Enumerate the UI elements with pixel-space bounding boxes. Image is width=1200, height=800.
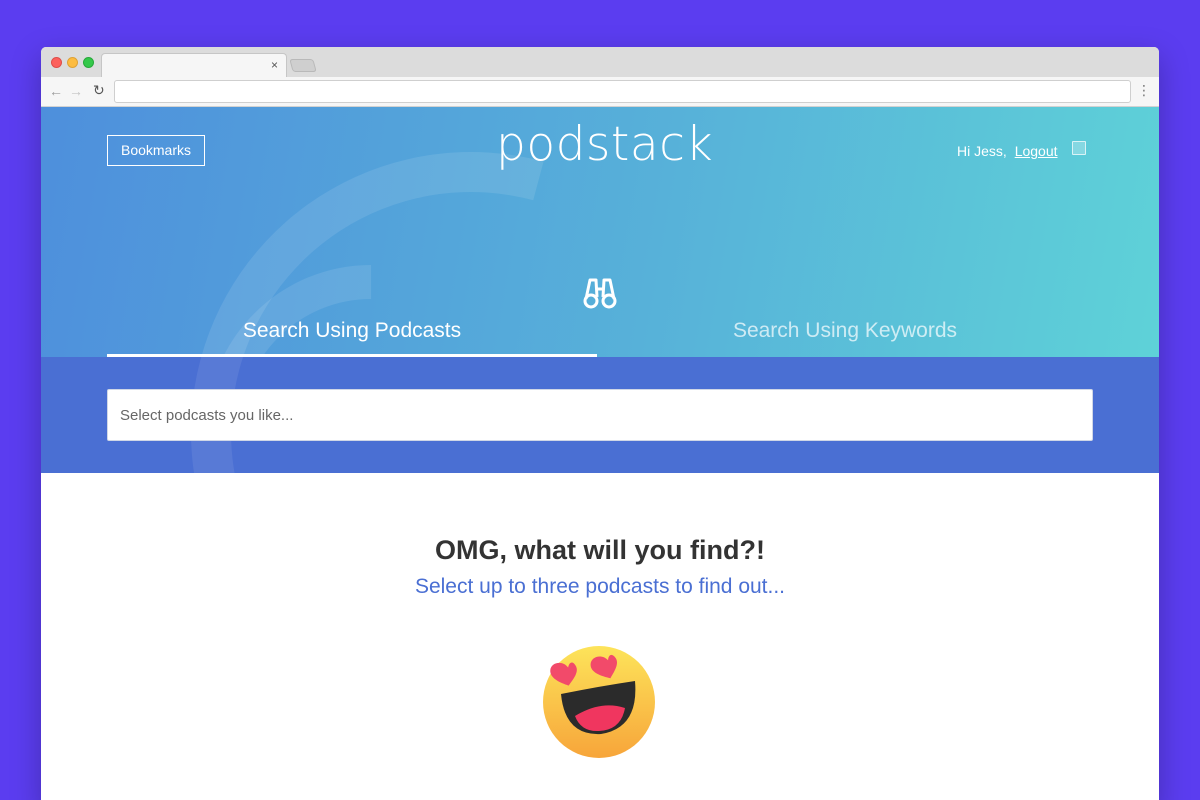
forward-arrow-icon[interactable]: →: [69, 83, 83, 99]
tab-search-podcasts[interactable]: Search Using Podcasts: [107, 319, 597, 343]
browser-toolbar: ← → ↻ ⋮: [41, 77, 1159, 107]
search-band: [41, 357, 1159, 473]
empty-state-subline: Select up to three podcasts to find out.…: [414, 575, 786, 598]
heart-eyes-emoji-icon: [543, 646, 655, 758]
tab-search-keywords[interactable]: Search Using Keywords: [597, 319, 1093, 343]
user-greeting: Hi Jess,: [957, 143, 1007, 159]
tab-close-icon[interactable]: ×: [271, 58, 278, 72]
maximize-window-button[interactable]: [83, 57, 94, 68]
hero-header: Bookmarks podstack Hi Jess, Logout Searc…: [41, 107, 1159, 357]
user-greeting-area: Hi Jess, Logout: [957, 143, 1058, 159]
back-arrow-icon[interactable]: ←: [49, 83, 63, 99]
address-bar[interactable]: [114, 80, 1131, 103]
podcast-search-input[interactable]: [107, 389, 1093, 441]
close-window-button[interactable]: [51, 57, 62, 68]
avatar[interactable]: [1072, 141, 1086, 155]
reload-icon[interactable]: ↻: [93, 82, 105, 99]
bookmarks-button[interactable]: Bookmarks: [107, 135, 205, 166]
browser-window: × ← → ↻ ⋮ Bookmarks podstack Hi Jess, Lo…: [41, 47, 1159, 800]
browser-menu-icon[interactable]: ⋮: [1137, 83, 1151, 97]
podstack-logo[interactable]: podstack: [496, 117, 713, 172]
minimize-window-button[interactable]: [67, 57, 78, 68]
main-content: OMG, what will you find?! Select up to t…: [41, 473, 1159, 800]
empty-state-headline: OMG, what will you find?!: [435, 535, 765, 565]
browser-tab[interactable]: ×: [101, 53, 287, 78]
new-tab-button[interactable]: [289, 59, 317, 72]
binoculars-icon: [583, 278, 617, 309]
logout-link[interactable]: Logout: [1015, 143, 1058, 159]
browser-tabstrip: ×: [41, 47, 1159, 78]
